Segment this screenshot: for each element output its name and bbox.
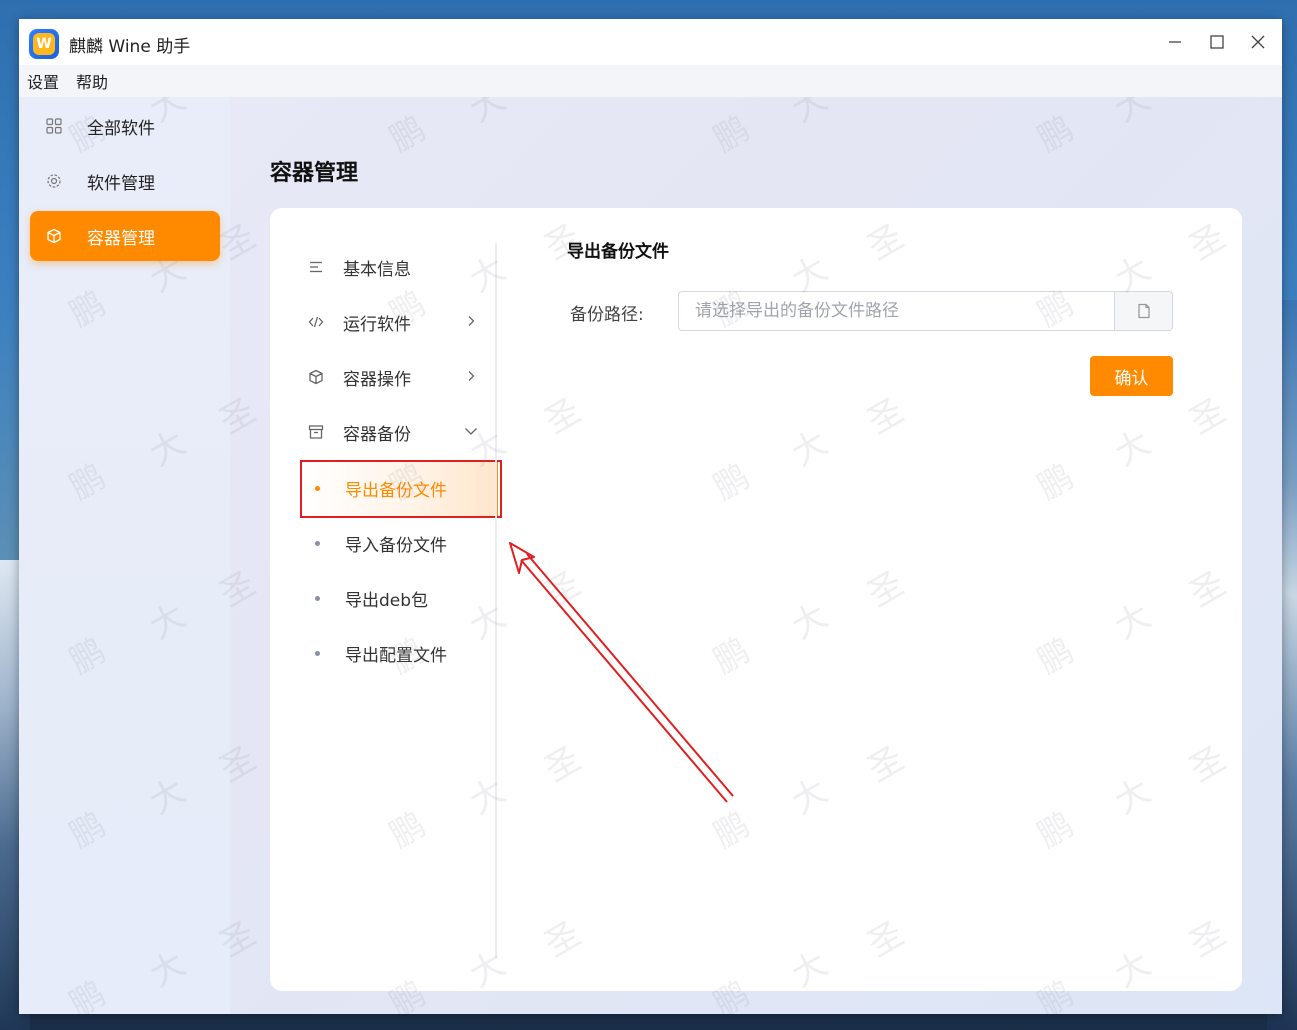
- backup-path-input[interactable]: [678, 291, 1115, 331]
- subnav-leaf-export-backup[interactable]: 导出备份文件: [300, 461, 498, 516]
- window-title: 麒麟 Wine 助手: [69, 37, 191, 57]
- menu-help[interactable]: 帮助: [76, 69, 108, 93]
- chevron-right-icon: [462, 312, 480, 330]
- menu-settings[interactable]: 设置: [27, 69, 59, 93]
- close-icon: [1251, 35, 1265, 49]
- subnav-leaf-label: 导出配置文件: [345, 646, 447, 666]
- list-icon: [307, 258, 325, 276]
- content-area: 全部软件 软件管理 容器管理 容器管理 基本信息 运行软件 容器操作 容器备份 …: [19, 97, 1282, 1014]
- page-title: 容器管理: [270, 161, 359, 186]
- title-bar: W 麒麟 Wine 助手: [19, 19, 1282, 65]
- cube-icon: [307, 368, 325, 386]
- file-icon: [1137, 303, 1150, 319]
- sidebar: 全部软件 软件管理 容器管理: [19, 97, 230, 1014]
- close-button[interactable]: [1245, 29, 1271, 55]
- maximize-icon: [1210, 35, 1224, 49]
- minimize-icon: [1169, 41, 1181, 43]
- watermark-char: 大: [1108, 97, 1158, 131]
- grid-icon: [46, 118, 62, 134]
- subnav-item-container-backup[interactable]: 容器备份: [300, 410, 500, 454]
- sidebar-item-container-management[interactable]: 容器管理: [30, 211, 220, 261]
- subnav-divider: [495, 243, 497, 958]
- archive-icon: [307, 423, 325, 441]
- subnav-item-basic-info[interactable]: 基本信息: [300, 245, 500, 289]
- subnav-item-label: 容器备份: [343, 424, 411, 445]
- subnav-leaf-label: 导出备份文件: [345, 481, 447, 501]
- subnav-leaf-label: 导入备份文件: [345, 536, 447, 556]
- chevron-down-icon: [462, 422, 480, 440]
- minimize-button[interactable]: [1162, 29, 1188, 55]
- bullet-dot: [315, 541, 320, 546]
- watermark-char: 大: [463, 97, 513, 131]
- subnav-item-label: 运行软件: [343, 314, 411, 335]
- maximize-button[interactable]: [1204, 29, 1230, 55]
- confirm-button[interactable]: 确认: [1090, 356, 1173, 396]
- app-window: W 麒麟 Wine 助手 设置 帮助 全部软件 软件管理 容器管理 容器管理 基…: [19, 19, 1282, 1014]
- subnav-item-run-software[interactable]: 运行软件: [300, 300, 500, 344]
- watermark-char: 鹏: [383, 108, 433, 161]
- app-logo-letter: W: [33, 33, 55, 55]
- sidebar-item-label: 软件管理: [87, 173, 155, 194]
- chevron-right-icon: [462, 367, 480, 385]
- sidebar-item-all-software[interactable]: 全部软件: [30, 101, 220, 151]
- bullet-dot: [315, 596, 320, 601]
- subnav-item-container-operations[interactable]: 容器操作: [300, 355, 500, 399]
- cube-icon: [46, 228, 62, 244]
- sidebar-item-label: 容器管理: [87, 228, 155, 249]
- backup-path-label: 备份路径:: [570, 305, 644, 325]
- watermark-char: 鹏: [1031, 108, 1081, 161]
- browse-file-button[interactable]: [1114, 291, 1173, 331]
- bullet-dot: [315, 651, 320, 656]
- subnav-leaf-import-backup[interactable]: 导入备份文件: [300, 516, 498, 571]
- subnav-leaf-export-config[interactable]: 导出配置文件: [300, 626, 498, 681]
- menu-bar: 设置 帮助: [19, 65, 1282, 97]
- bullet-dot: [315, 486, 320, 491]
- subnav-item-label: 容器操作: [343, 369, 411, 390]
- app-logo-icon: W: [29, 29, 59, 59]
- watermark-char: 大: [785, 97, 835, 131]
- subnav-leaf-label: 导出deb包: [345, 591, 429, 611]
- section-title: 导出备份文件: [567, 242, 669, 262]
- gear-icon: [46, 173, 62, 189]
- sidebar-item-software-management[interactable]: 软件管理: [30, 156, 220, 206]
- watermark-char: 鹏: [707, 108, 757, 161]
- subnav-leaf-export-deb[interactable]: 导出deb包: [300, 571, 498, 626]
- code-icon: [307, 313, 325, 331]
- subnav-item-label: 基本信息: [343, 259, 411, 280]
- main-card: 基本信息 运行软件 容器操作 容器备份 导出备份文件 导入备份文件 导出deb包…: [270, 208, 1242, 991]
- sidebar-item-label: 全部软件: [87, 118, 155, 139]
